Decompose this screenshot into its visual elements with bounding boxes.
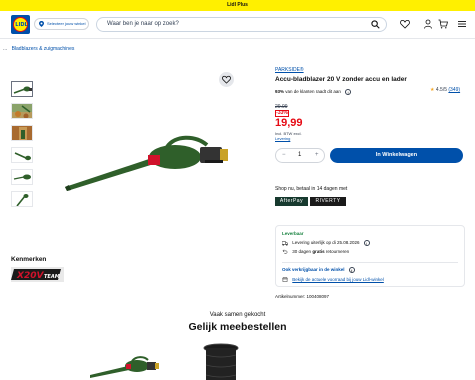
thumbnail-2[interactable] (11, 103, 33, 119)
site-header: LIDL Selecteer jouw winkel Waar ben je n… (0, 11, 475, 39)
user-icon[interactable] (423, 19, 433, 29)
product-rating[interactable]: ★ 4.5/5 (349) (430, 87, 460, 93)
cart-icon[interactable] (438, 19, 448, 29)
riverty-logo: RIVERTY (310, 197, 346, 206)
recommend-percent: 93% (275, 89, 285, 95)
add-to-cart-button[interactable]: In Winkelwagen (330, 148, 463, 163)
info-icon[interactable]: i (363, 240, 370, 246)
store-stock-link[interactable]: Bekijk de actuele voorraad bij jouw Lidl… (292, 277, 384, 282)
search-input[interactable]: Waar ben je naar op zoek? (96, 17, 387, 32)
delivery-costs-link[interactable]: Levering (275, 136, 302, 141)
truck-icon (282, 240, 288, 246)
promo-bar[interactable]: Lidl Plus (0, 0, 475, 11)
leaf-blower-top-thumb-icon (16, 194, 29, 206)
thumbnail-list (11, 81, 35, 213)
x20v-team-logo: X20V TEAM (11, 267, 64, 282)
location-pin-icon (39, 21, 44, 27)
store-availability-text: Ook verkrijgbaar in de winkel (282, 267, 345, 273)
current-price: 19,99 (275, 117, 303, 129)
recommended-product-leaf-blower-image[interactable] (90, 356, 170, 380)
store-selector-label: Selecteer jouw winkel (47, 21, 86, 26)
leaf-blower-side-thumb-icon (14, 152, 31, 161)
thumbnail-4[interactable] (11, 147, 33, 163)
search-placeholder: Waar ben je naar op zoek? (107, 21, 179, 27)
breadcrumb: ... Bladblazers & zuigmachines (3, 46, 74, 52)
product-title: Accu-bladblazer 20 V zonder accu en lade… (275, 76, 407, 83)
brand-link[interactable]: PARKSIDE® (275, 67, 304, 73)
availability-status: Leverbaar (282, 231, 304, 236)
recommended-product-garden-bag-image[interactable] (203, 343, 239, 380)
article-number: Artikelnummer: 100408097 (275, 294, 330, 299)
favorite-button[interactable] (219, 72, 234, 87)
menu-icon[interactable] (457, 19, 467, 29)
delivery-date-row: Levering uiterlijk op di 25.08.2026 i (282, 240, 370, 246)
svg-text:X20V: X20V (16, 271, 44, 281)
recommendations-title: Gelijk meebestellen (188, 321, 287, 333)
recommend-text: van de klanten raadt dit aan (285, 89, 341, 95)
logo-text: LIDL (15, 22, 28, 28)
search-icon[interactable] (371, 20, 380, 29)
promo-text: Lidl Plus (227, 2, 248, 8)
thumbnail-5[interactable] (11, 169, 33, 185)
breadcrumb-ellipsis[interactable]: ... (3, 46, 7, 52)
return-icon (282, 249, 288, 254)
svg-text:TEAM: TEAM (44, 274, 60, 280)
vat-note: Incl. BTW excl. Levering (275, 131, 302, 141)
star-icon: ★ (430, 87, 435, 93)
quantity-value: 1 (298, 152, 302, 158)
info-icon[interactable]: i (345, 89, 352, 95)
product-main-image[interactable] (65, 135, 245, 195)
recommendation-line: 93% van de klanten raadt dit aan i (275, 89, 352, 95)
store-selector-button[interactable]: Selecteer jouw winkel (34, 18, 89, 30)
thumbnail-1[interactable] (11, 81, 33, 97)
logo-ring: LIDL (13, 17, 28, 32)
heart-icon[interactable] (400, 19, 410, 29)
heart-outline-icon (222, 75, 231, 84)
thumbnail-6[interactable] (11, 191, 33, 207)
features-heading: Kenmerken (11, 256, 47, 263)
returns-free: gratis (312, 249, 325, 254)
store-availability-title: Ook verkrijgbaar in de winkel i (282, 267, 355, 273)
thumbnail-3[interactable] (11, 125, 33, 141)
lidl-logo[interactable]: LIDL (11, 15, 30, 34)
leaf-blower-detail-thumb-icon (13, 174, 31, 180)
store-icon (282, 277, 288, 283)
recommendations-subtitle: Vaak samen gekocht (209, 312, 266, 318)
discount-badge: -33% (275, 110, 289, 117)
breadcrumb-link[interactable]: Bladblazers & zuigmachines (12, 46, 75, 52)
returns-row: 30 dagen gratis retourneren (282, 249, 349, 254)
info-icon[interactable]: i (348, 267, 355, 273)
delivery-info-box: Leverbaar Levering uiterlijk op di 25.08… (275, 225, 465, 287)
rating-value: 4.5/5 (435, 87, 447, 93)
garden-photo-thumb-icon (12, 104, 32, 118)
store-stock-row: Bekijk de actuele voorraad bij jouw Lidl… (282, 277, 384, 283)
pay-later-text: Shop nu, betaal in 14 dagen met (275, 186, 348, 192)
returns-text: retourneren (325, 249, 350, 254)
leaves-photo-thumb-icon (19, 127, 27, 140)
delivery-date-text: Levering uiterlijk op di 25.08.2026 (292, 240, 360, 246)
divider (282, 262, 458, 263)
quantity-decrease-button[interactable]: − (282, 152, 286, 158)
rating-count-link[interactable]: (349) (448, 87, 460, 93)
returns-days: 30 dagen (292, 249, 312, 254)
quantity-stepper[interactable]: − 1 + (275, 148, 325, 163)
afterpay-logo: AfterPay (275, 197, 308, 206)
leaf-blower-thumb-icon (13, 86, 32, 94)
quantity-increase-button[interactable]: + (315, 152, 319, 158)
